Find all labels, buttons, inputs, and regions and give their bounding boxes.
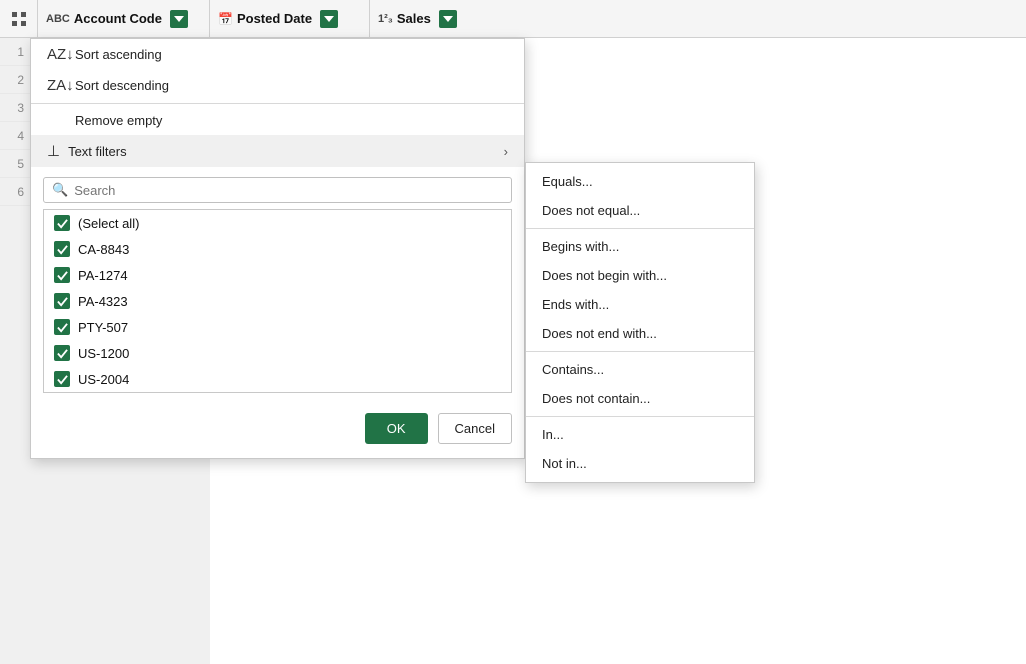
checkbox (54, 215, 70, 231)
submenu-item[interactable]: Not in... (526, 449, 754, 478)
search-input[interactable] (74, 183, 503, 198)
checkbox (54, 267, 70, 283)
checkbox-item[interactable]: PA-1274 (44, 262, 511, 288)
table-header-bar: ABC Account Code 📅 Posted Date 1²₃ Sales (0, 0, 1026, 38)
funnel-icon: ⊥ (47, 142, 60, 160)
sales-type-icon: 1²₃ (378, 13, 393, 25)
posted-date-header: 📅 Posted Date (210, 0, 370, 37)
checkbox-item[interactable]: US-1200 (44, 340, 511, 366)
checkbox (54, 241, 70, 257)
account-code-header: ABC Account Code (38, 0, 210, 37)
row-number: 2 (8, 73, 24, 87)
checkbox-list: (Select all) CA-8843 PA-1274 PA-4323 PTY… (43, 209, 512, 393)
checkbox-item[interactable]: PTY-507 (44, 314, 511, 340)
checkbox-item[interactable]: US-2004 (44, 366, 511, 392)
row-number: 6 (8, 185, 24, 199)
remove-empty-label: Remove empty (75, 113, 162, 128)
sort-ascending-label: Sort ascending (75, 47, 162, 62)
sort-descending-label: Sort descending (75, 78, 169, 93)
submenu-item[interactable]: Does not begin with... (526, 261, 754, 290)
checkbox-label: CA-8843 (78, 242, 129, 257)
sort-ascending-item[interactable]: AZ↓ Sort ascending (31, 39, 524, 70)
text-filters-item[interactable]: ⊥ Text filters › (31, 135, 524, 167)
checkbox-label: US-2004 (78, 372, 129, 387)
checkbox-item[interactable]: CA-8843 (44, 236, 511, 262)
sales-dropdown-btn[interactable] (439, 10, 457, 28)
ok-button[interactable]: OK (365, 413, 428, 444)
checkbox (54, 319, 70, 335)
submenu-item[interactable]: Begins with... (526, 232, 754, 261)
checkbox-label: (Select all) (78, 216, 139, 231)
checkbox (54, 371, 70, 387)
submenu-separator (526, 228, 754, 229)
grid-icon (11, 11, 27, 27)
chevron-right-icon: › (504, 144, 508, 159)
submenu-item[interactable]: Contains... (526, 355, 754, 384)
cancel-button[interactable]: Cancel (438, 413, 512, 444)
row-number: 3 (8, 101, 24, 115)
submenu-item[interactable]: Ends with... (526, 290, 754, 319)
search-input-wrap: 🔍 (43, 177, 512, 203)
submenu-item[interactable]: Does not end with... (526, 319, 754, 348)
sales-label: Sales (397, 11, 431, 26)
sort-descending-icon: ZA↓ (47, 77, 67, 94)
checkbox-item[interactable]: (Select all) (44, 210, 511, 236)
posted-date-type-icon: 📅 (218, 12, 233, 26)
submenu-item[interactable]: Does not contain... (526, 384, 754, 413)
row-number: 4 (8, 129, 24, 143)
account-code-label: Account Code (74, 11, 162, 26)
sales-header: 1²₃ Sales (370, 0, 490, 37)
submenu-separator (526, 416, 754, 417)
posted-date-dropdown-btn[interactable] (320, 10, 338, 28)
row-number: 5 (8, 157, 24, 171)
posted-date-label: Posted Date (237, 11, 312, 26)
sort-descending-item[interactable]: ZA↓ Sort descending (31, 70, 524, 101)
text-filters-left: ⊥ Text filters (47, 142, 127, 160)
action-buttons: OK Cancel (31, 403, 524, 458)
separator-1 (31, 103, 524, 104)
submenu-item[interactable]: Does not equal... (526, 196, 754, 225)
filter-dropdown-panel: AZ↓ Sort ascending ZA↓ Sort descending R… (30, 38, 525, 459)
checkbox-item[interactable]: PA-4323 (44, 288, 511, 314)
row-number: 1 (8, 45, 24, 59)
text-filters-submenu: Equals...Does not equal... Begins with...… (525, 162, 755, 483)
search-icon: 🔍 (52, 182, 68, 198)
checkbox-label: PA-4323 (78, 294, 128, 309)
submenu-item[interactable]: In... (526, 420, 754, 449)
checkbox-label: PTY-507 (78, 320, 128, 335)
checkbox-label: PA-1274 (78, 268, 128, 283)
search-container: 🔍 (31, 167, 524, 209)
checkbox-label: US-1200 (78, 346, 129, 361)
checkbox (54, 293, 70, 309)
submenu-separator (526, 351, 754, 352)
account-code-type-icon: ABC (46, 13, 70, 25)
submenu-item[interactable]: Equals... (526, 167, 754, 196)
text-filters-label: Text filters (68, 144, 127, 159)
sort-ascending-icon: AZ↓ (47, 46, 67, 63)
grid-icon-cell (0, 0, 38, 37)
remove-empty-item[interactable]: Remove empty (31, 106, 524, 135)
checkbox (54, 345, 70, 361)
account-code-dropdown-btn[interactable] (170, 10, 188, 28)
